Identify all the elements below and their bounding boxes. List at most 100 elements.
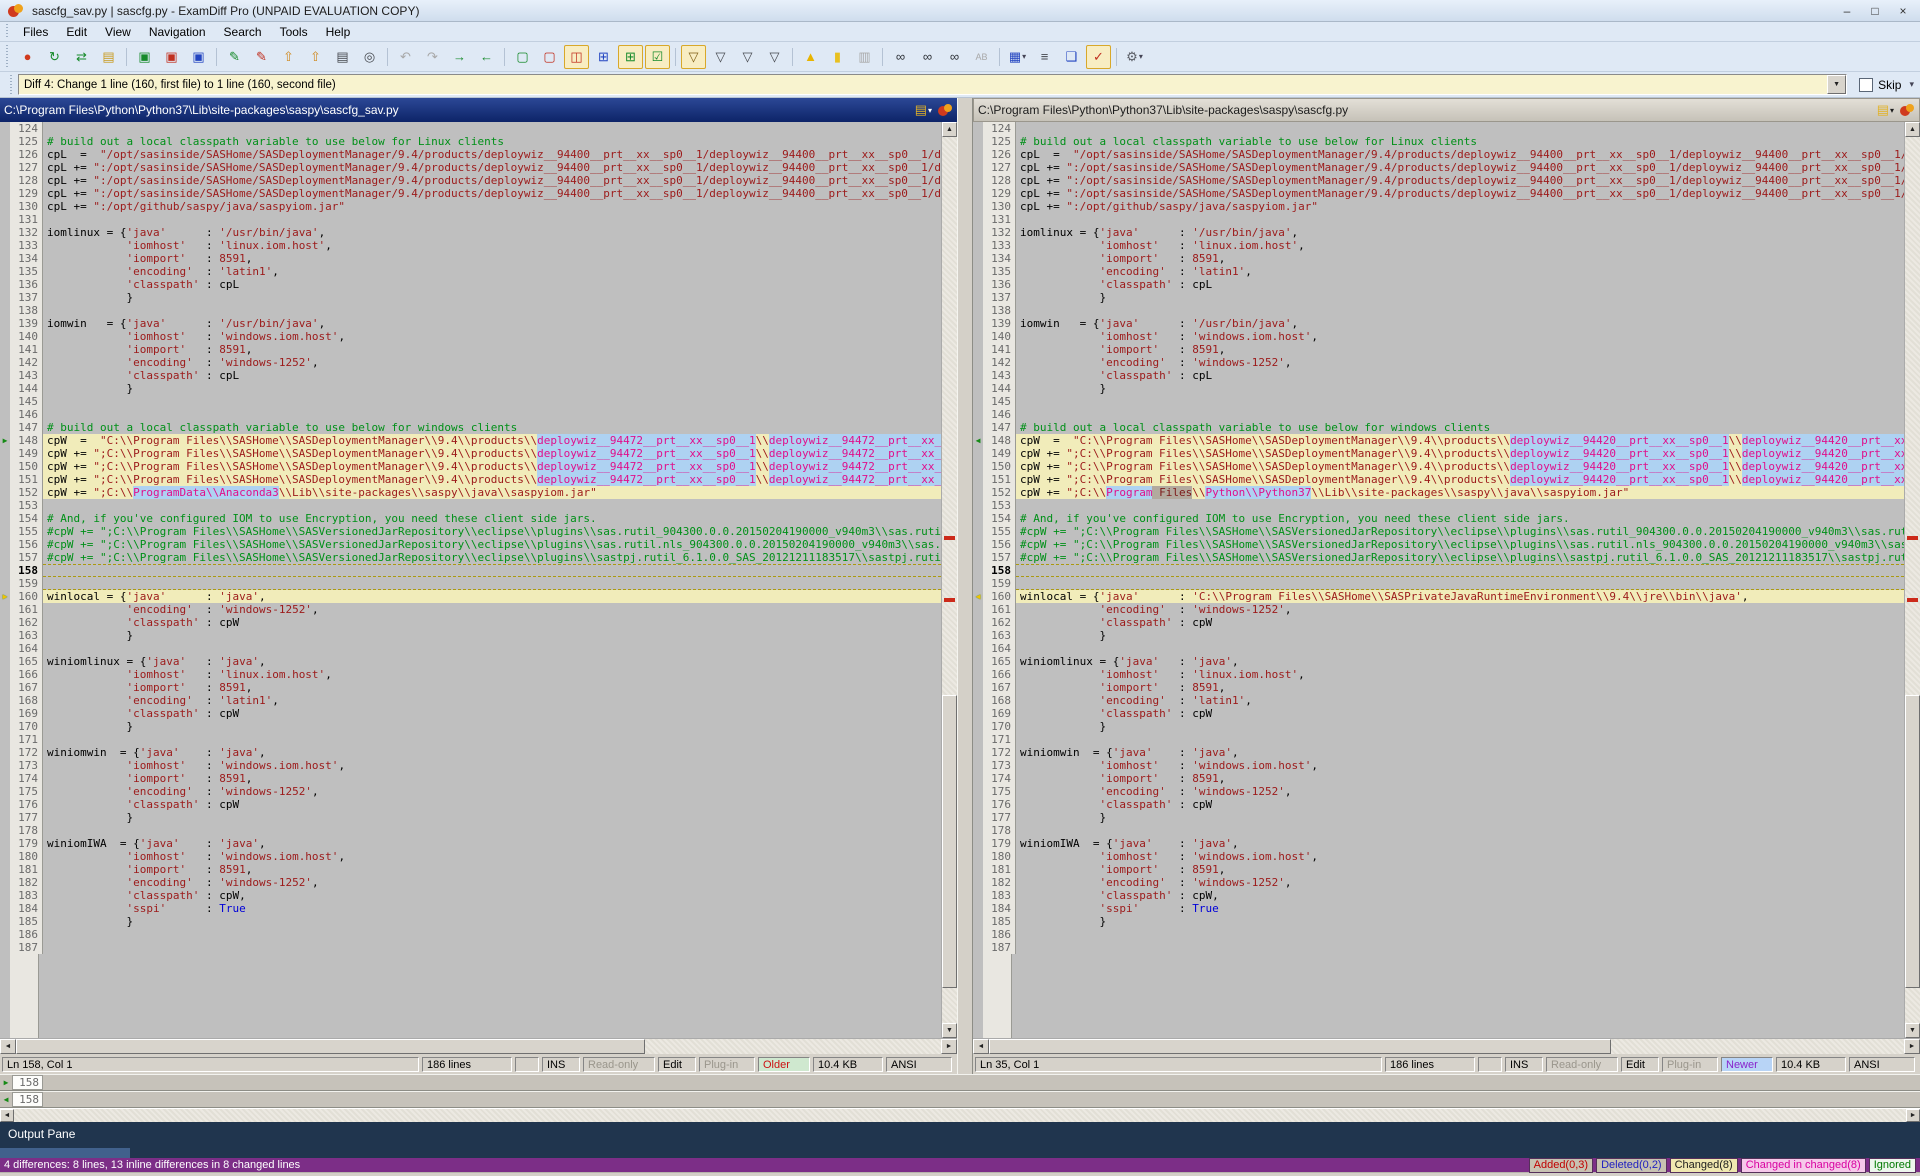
code-line-152[interactable]: 152cpW += ";C:\\Program Files\\Python\\P…	[973, 486, 1904, 499]
prev-diff-icon[interactable]: ←	[474, 45, 499, 69]
code-line-125[interactable]: 125# build out a local classpath variabl…	[973, 135, 1904, 148]
code-line-185[interactable]: 185 }	[0, 915, 941, 928]
code-line-168[interactable]: 168 'encoding' : 'latin1',	[0, 694, 941, 707]
code-line-149[interactable]: 149cpW += ";C:\\Program Files\\SASHome\\…	[973, 447, 1904, 460]
code-line-178[interactable]: 178	[973, 824, 1904, 837]
scroll-right-icon[interactable]: ►	[1904, 1039, 1920, 1054]
code-line-155[interactable]: 155#cpW += ";C:\\Program Files\\SASHome\…	[0, 525, 941, 538]
code-line-180[interactable]: 180 'iomhost' : 'windows.iom.host',	[0, 850, 941, 863]
code-line-140[interactable]: 140 'iomhost' : 'windows.iom.host',	[0, 330, 941, 343]
code-line-179[interactable]: 179winiomIWA = {'java' : 'java',	[0, 837, 941, 850]
filter-deleted-icon[interactable]: ▽	[735, 45, 760, 69]
code-line-165[interactable]: 165winiomlinux = {'java' : 'java',	[973, 655, 1904, 668]
code-line-141[interactable]: 141 'iomport' : 8591,	[0, 343, 941, 356]
match-case-icon[interactable]: AB	[969, 45, 994, 69]
code-line-185[interactable]: 185 }	[973, 915, 1904, 928]
left-hscroll-track[interactable]	[16, 1039, 941, 1054]
code-line-145[interactable]: 145	[973, 395, 1904, 408]
save-first-icon[interactable]: ▣	[132, 45, 157, 69]
code-line-162[interactable]: 162 'classpath' : cpW	[973, 616, 1904, 629]
right-horizontal-scrollbar[interactable]: ◄ ►	[973, 1038, 1920, 1054]
code-line-169[interactable]: 169 'classpath' : cpW	[973, 707, 1904, 720]
code-line-171[interactable]: 171	[973, 733, 1904, 746]
code-line-160[interactable]: ◀160winlocal = {'java' : 'C:\\Program Fi…	[973, 590, 1904, 603]
scroll-right-icon[interactable]: ►	[1906, 1109, 1920, 1122]
plugins-icon[interactable]: ❑	[1059, 45, 1084, 69]
code-line-138[interactable]: 138	[973, 304, 1904, 317]
code-line-136[interactable]: 136 'classpath' : cpL	[973, 278, 1904, 291]
code-line-145[interactable]: 145	[0, 395, 941, 408]
code-line-184[interactable]: 184 'sspi' : True	[973, 902, 1904, 915]
edit-first-icon[interactable]: ✎	[222, 45, 247, 69]
code-line-144[interactable]: 144 }	[973, 382, 1904, 395]
code-line-182[interactable]: 182 'encoding' : 'windows-1252',	[0, 876, 941, 889]
code-line-175[interactable]: 175 'encoding' : 'windows-1252',	[973, 785, 1904, 798]
find-prev-icon[interactable]: ∞	[942, 45, 967, 69]
scroll-up-icon[interactable]: ▲	[942, 122, 957, 137]
code-line-156[interactable]: 156#cpW += ";C:\\Program Files\\SASHome\…	[973, 538, 1904, 551]
code-line-158[interactable]: 158	[973, 564, 1904, 577]
code-line-124[interactable]: 124	[973, 122, 1904, 135]
code-line-165[interactable]: 165winiomlinux = {'java' : 'java',	[0, 655, 941, 668]
code-line-140[interactable]: 140 'iomhost' : 'windows.iom.host',	[973, 330, 1904, 343]
code-line-172[interactable]: 172winiomwin = {'java' : 'java',	[0, 746, 941, 759]
code-line-153[interactable]: 153	[973, 499, 1904, 512]
code-line-152[interactable]: 152cpW += ";C:\\ProgramData\\Anaconda3\\…	[0, 486, 941, 499]
scroll-up-icon[interactable]: ▲	[1905, 122, 1920, 137]
code-line-126[interactable]: 126cpL = "/opt/sasinside/SASHome/SASDepl…	[0, 148, 941, 161]
toolbar-grip[interactable]	[4, 45, 10, 68]
code-line-174[interactable]: 174 'iomport' : 8591,	[0, 772, 941, 785]
code-line-142[interactable]: 142 'encoding' : 'windows-1252',	[973, 356, 1904, 369]
left-folder-icon[interactable]: ▤	[915, 102, 927, 118]
statistics-icon[interactable]: ▦▾	[1005, 45, 1030, 69]
next-diff-icon[interactable]: →	[447, 45, 472, 69]
code-line-131[interactable]: 131	[0, 213, 941, 226]
code-line-141[interactable]: 141 'iomport' : 8591,	[973, 343, 1904, 356]
minimize-button[interactable]: ‒	[1834, 2, 1860, 19]
menu-help[interactable]: Help	[317, 23, 360, 41]
filter-all-icon[interactable]: ▽	[681, 45, 706, 69]
code-line-181[interactable]: 181 'iomport' : 8591,	[0, 863, 941, 876]
code-line-166[interactable]: 166 'iomhost' : 'linux.iom.host',	[973, 668, 1904, 681]
detail-hscroll-track[interactable]	[14, 1109, 1906, 1122]
right-vscroll-track[interactable]	[1905, 137, 1920, 1023]
undo-icon[interactable]: ↶	[393, 45, 418, 69]
code-line-142[interactable]: 142 'encoding' : 'windows-1252',	[0, 356, 941, 369]
code-line-170[interactable]: 170 }	[973, 720, 1904, 733]
code-line-137[interactable]: 137 }	[0, 291, 941, 304]
code-line-129[interactable]: 129cpL += ":/opt/sasinside/SASHome/SASDe…	[0, 187, 941, 200]
code-line-153[interactable]: 153	[0, 499, 941, 512]
menubar-grip[interactable]	[4, 24, 10, 39]
left-pane-header[interactable]: C:\Program Files\Python\Python37\Lib\sit…	[0, 98, 957, 122]
compare-icon[interactable]: ●	[15, 45, 40, 69]
diff-combo[interactable]: Diff 4: Change 1 line (160, first file) …	[18, 74, 1847, 95]
code-line-135[interactable]: 135 'encoding' : 'latin1',	[973, 265, 1904, 278]
code-line-155[interactable]: 155#cpW += ";C:\\Program Files\\SASHome\…	[973, 525, 1904, 538]
code-line-175[interactable]: 175 'encoding' : 'windows-1252',	[0, 785, 941, 798]
menu-view[interactable]: View	[96, 23, 140, 41]
find-next-icon[interactable]: ∞	[915, 45, 940, 69]
copy-to-second-icon[interactable]: ⇧	[303, 45, 328, 69]
scroll-down-icon[interactable]: ▼	[942, 1023, 957, 1038]
output-pane-header[interactable]: Output Pane	[0, 1122, 1920, 1146]
code-line-154[interactable]: 154# And, if you've configured IOM to us…	[973, 512, 1904, 525]
scroll-left-icon[interactable]: ◄	[0, 1109, 14, 1122]
code-line-163[interactable]: 163 }	[973, 629, 1904, 642]
code-line-147[interactable]: 147# build out a local classpath variabl…	[0, 421, 941, 434]
code-line-169[interactable]: 169 'classpath' : cpW	[0, 707, 941, 720]
code-line-176[interactable]: 176 'classpath' : cpW	[973, 798, 1904, 811]
code-line-170[interactable]: 170 }	[0, 720, 941, 733]
code-line-151[interactable]: 151cpW += ";C:\\Program Files\\SASHome\\…	[0, 473, 941, 486]
code-line-183[interactable]: 183 'classpath' : cpW,	[0, 889, 941, 902]
code-line-136[interactable]: 136 'classpath' : cpL	[0, 278, 941, 291]
code-line-146[interactable]: 146	[973, 408, 1904, 421]
code-line-178[interactable]: 178	[0, 824, 941, 837]
skip-checkbox[interactable]	[1859, 78, 1873, 92]
maximize-button[interactable]: □	[1862, 2, 1888, 19]
right-hscroll-thumb[interactable]	[989, 1039, 1611, 1054]
detail-horizontal-scrollbar[interactable]: ◄ ►	[0, 1108, 1920, 1122]
sync-scroll-icon[interactable]: ⊞	[618, 45, 643, 69]
diffbar-grip[interactable]	[8, 75, 14, 95]
diff-combo-dropdown-icon[interactable]: ▼	[1827, 75, 1846, 94]
right-vertical-scrollbar[interactable]: ▲ ▼	[1904, 122, 1920, 1038]
